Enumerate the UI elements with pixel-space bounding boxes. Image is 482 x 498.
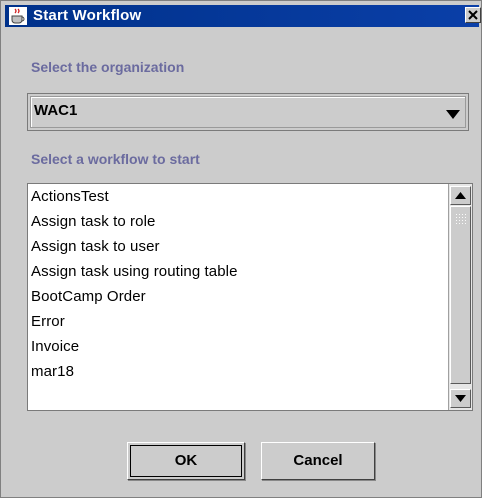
- grip-icon: [455, 213, 467, 225]
- triangle-down-icon[interactable]: [446, 106, 460, 124]
- close-icon: [468, 10, 478, 20]
- ok-button[interactable]: OK: [127, 442, 245, 480]
- workflow-list-items: ActionsTest Assign task to role Assign t…: [28, 184, 446, 384]
- scroll-down-button[interactable]: [450, 389, 471, 408]
- window-title: Start Workflow: [33, 7, 142, 24]
- scrollbar-thumb[interactable]: [450, 206, 471, 384]
- cancel-button[interactable]: Cancel: [261, 442, 375, 480]
- list-item[interactable]: mar18: [28, 359, 446, 384]
- list-item[interactable]: Assign task to role: [28, 209, 446, 234]
- close-button[interactable]: [465, 7, 481, 23]
- list-item[interactable]: BootCamp Order: [28, 284, 446, 309]
- organization-dropdown-frame: [30, 96, 466, 128]
- list-item[interactable]: Assign task to user: [28, 234, 446, 259]
- list-item[interactable]: Assign task using routing table: [28, 259, 446, 284]
- list-item[interactable]: Invoice: [28, 334, 446, 359]
- organization-dropdown[interactable]: WAC1: [27, 93, 469, 131]
- scroll-up-button[interactable]: [450, 186, 471, 205]
- list-item[interactable]: ActionsTest: [28, 184, 446, 209]
- titlebar[interactable]: Start Workflow: [5, 5, 481, 27]
- workflow-list[interactable]: ActionsTest Assign task to role Assign t…: [27, 183, 473, 411]
- java-cup-icon: [9, 7, 27, 25]
- triangle-up-icon: [455, 192, 466, 199]
- vertical-scrollbar[interactable]: [448, 184, 472, 410]
- list-item[interactable]: Error: [28, 309, 446, 334]
- workflow-label: Select a workflow to start: [31, 151, 200, 167]
- organization-label: Select the organization: [31, 59, 185, 75]
- triangle-down-icon: [455, 395, 466, 402]
- organization-selected-value: WAC1: [34, 102, 78, 119]
- start-workflow-dialog: Start Workflow Select the organization W…: [0, 0, 482, 498]
